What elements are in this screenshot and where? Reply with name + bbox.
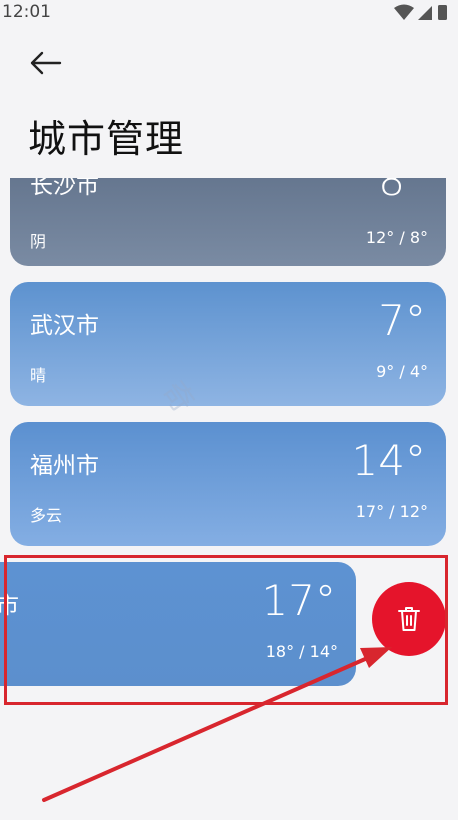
status-time: 12:01 <box>2 2 51 22</box>
city-condition: 阴 <box>30 232 47 251</box>
page-title: 城市管理 <box>28 117 185 161</box>
city-temp: 14° <box>351 436 426 485</box>
wifi-icon <box>394 4 414 20</box>
signal-icon <box>418 6 432 20</box>
city-card-wuhan[interactable]: 武汉市 晴 7° 9° / 4° <box>10 282 446 406</box>
battery-icon <box>438 5 447 20</box>
status-bar: 12:01 <box>0 0 458 26</box>
city-card-fuzhou[interactable]: 福州市 多云 14° 17° / 12° <box>10 422 446 546</box>
city-condition: 晴 <box>30 366 47 385</box>
city-range: 9° / 4° <box>376 362 428 381</box>
city-range: 17° / 12° <box>355 502 428 521</box>
city-name: 长沙市 <box>30 178 99 199</box>
city-condition: 多云 <box>30 506 63 525</box>
city-temp: 8° <box>378 178 426 205</box>
back-arrow-icon[interactable] <box>28 48 62 78</box>
status-icons <box>394 4 447 20</box>
city-temp: 7° <box>378 296 426 345</box>
city-card-changsha[interactable]: 长沙市 阴 8° 12° / 8° <box>10 178 446 266</box>
highlight-box <box>4 555 448 705</box>
city-name: 武汉市 <box>30 313 99 339</box>
city-range: 12° / 8° <box>365 228 428 247</box>
city-name: 福州市 <box>30 453 99 479</box>
